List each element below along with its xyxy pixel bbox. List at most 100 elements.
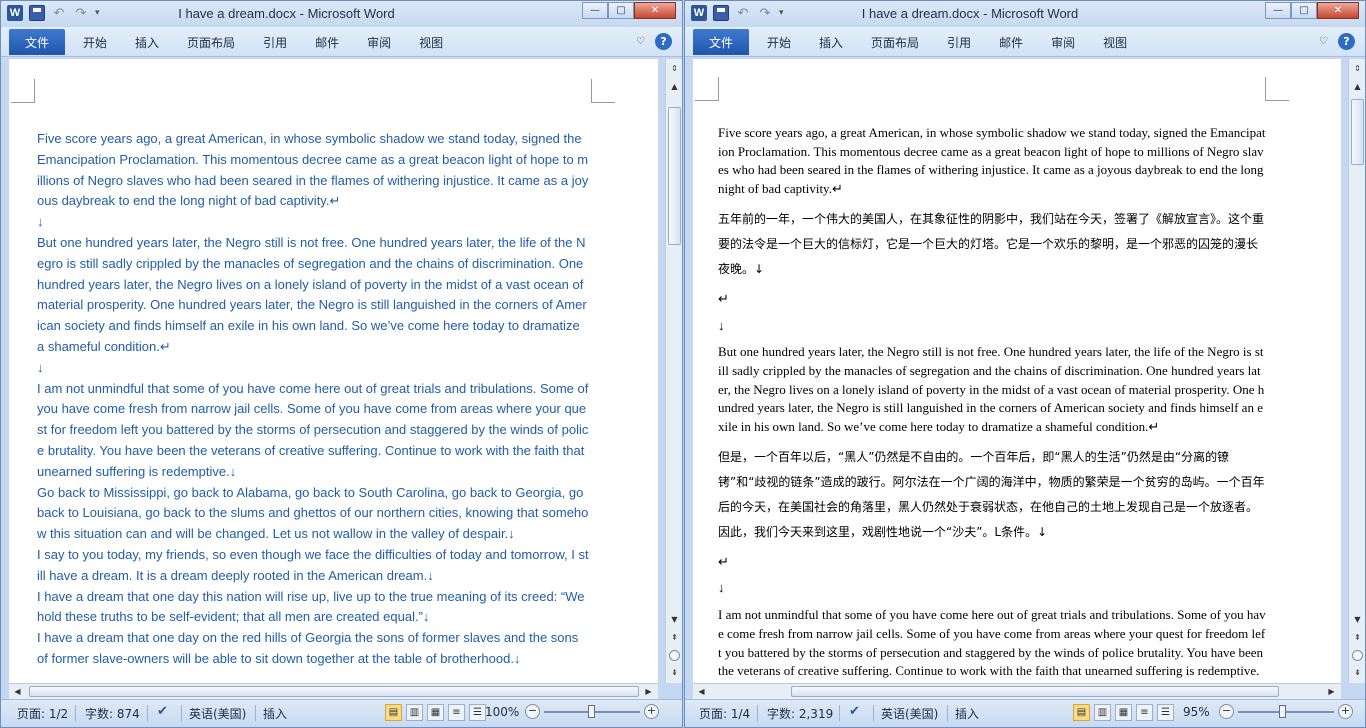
proofing-icon[interactable]: ✔	[157, 704, 175, 720]
view-outline-icon[interactable]: ≡	[448, 704, 465, 721]
tab-view[interactable]: 视图	[1089, 29, 1141, 55]
zoom-in-icon[interactable]: +	[644, 704, 659, 719]
vertical-scrollbar[interactable]: ⇕ ▲ ▼ ⇞ ⇟	[1348, 59, 1365, 683]
tab-page-layout[interactable]: 页面布局	[857, 29, 933, 55]
status-divider	[181, 705, 182, 721]
horizontal-scroll-thumb[interactable]	[791, 686, 1279, 697]
tab-home[interactable]: 开始	[753, 29, 805, 55]
tab-mailings[interactable]: 邮件	[985, 29, 1037, 55]
status-insert-mode[interactable]: 插入	[263, 705, 287, 722]
window-controls: — □ ✕	[582, 2, 676, 19]
close-button[interactable]: ✕	[634, 2, 676, 19]
browse-object-icon[interactable]	[669, 650, 680, 661]
status-divider	[147, 705, 148, 721]
status-language[interactable]: 英语(美国)	[881, 705, 938, 722]
status-page[interactable]: 页面: 1/2	[17, 705, 68, 722]
status-insert-mode[interactable]: 插入	[955, 705, 979, 722]
zoom-slider-thumb[interactable]	[588, 704, 595, 718]
view-web-layout-icon[interactable]: ▦	[427, 704, 444, 721]
view-draft-icon[interactable]: ☰	[1157, 704, 1174, 721]
tab-insert[interactable]: 插入	[121, 29, 173, 55]
ribbon-collapse-icon[interactable]: ♡	[1319, 36, 1328, 47]
status-words[interactable]: 字数: 874	[85, 705, 140, 722]
scroll-up-button[interactable]: ▲	[667, 79, 682, 94]
tab-file[interactable]: 文件	[693, 29, 750, 55]
prev-page-icon[interactable]: ⇞	[667, 630, 682, 645]
ribbon-collapse-icon[interactable]: ♡	[636, 36, 645, 47]
scroll-down-button[interactable]: ▼	[667, 612, 682, 627]
paragraph-chinese: 五年前的一年，一个伟大的美国人，在其象征性的阴影中，我们站在今天，签署了《解放宣…	[718, 211, 1265, 276]
view-full-screen-icon[interactable]: ▥	[1094, 704, 1111, 721]
scroll-down-button[interactable]: ▼	[1350, 612, 1365, 627]
minimize-button[interactable]: —	[582, 2, 608, 19]
horizontal-scroll-thumb[interactable]	[29, 686, 639, 697]
status-words[interactable]: 字数: 2,319	[767, 705, 833, 722]
split-icon[interactable]: ⇕	[667, 61, 682, 76]
word-window-right: W ↶ ↷ ▾ I have a dream.docx - Microsoft …	[684, 0, 1366, 728]
zoom-slider[interactable]	[544, 704, 640, 718]
view-full-screen-icon[interactable]: ▥	[406, 704, 423, 721]
minimize-button[interactable]: —	[1265, 2, 1291, 19]
scroll-left-button[interactable]: ◀	[10, 684, 25, 699]
zoom-slider[interactable]	[1238, 704, 1334, 718]
vertical-scrollbar[interactable]: ⇕ ▲ ▼ ⇞ ⇟	[665, 59, 682, 683]
tab-file[interactable]: 文件	[9, 29, 66, 55]
horizontal-scrollbar[interactable]: ◀ ▶	[9, 683, 658, 699]
split-icon[interactable]: ⇕	[1350, 61, 1365, 76]
view-print-layout-icon[interactable]: ▤	[1073, 704, 1090, 721]
zoom-in-icon[interactable]: +	[1338, 704, 1353, 719]
help-icon[interactable]: ?	[655, 33, 672, 50]
view-print-layout-icon[interactable]: ▤	[385, 704, 402, 721]
zoom-out-icon[interactable]: −	[525, 704, 540, 719]
tab-review[interactable]: 审阅	[353, 29, 405, 55]
zoom-level[interactable]: 100%	[485, 705, 519, 719]
view-web-layout-icon[interactable]: ▦	[1115, 704, 1132, 721]
view-draft-icon[interactable]: ☰	[469, 704, 486, 721]
view-outline-icon[interactable]: ≡	[1136, 704, 1153, 721]
document-text[interactable]: Five score years ago, a great American, …	[718, 124, 1266, 683]
vertical-scroll-thumb[interactable]	[1351, 99, 1364, 165]
status-language[interactable]: 英语(美国)	[189, 705, 246, 722]
document-page[interactable]: Five score years ago, a great American, …	[9, 59, 658, 683]
title-bar[interactable]: W ↶ ↷ ▾ I have a dream.docx - Microsoft …	[1, 1, 682, 27]
tab-mailings[interactable]: 邮件	[301, 29, 353, 55]
prev-page-icon[interactable]: ⇞	[1350, 630, 1365, 645]
paragraph-mark: ↓	[718, 317, 725, 333]
tab-home[interactable]: 开始	[69, 29, 121, 55]
document-text[interactable]: Five score years ago, a great American, …	[37, 129, 589, 670]
vertical-scroll-thumb[interactable]	[668, 107, 681, 245]
tab-view[interactable]: 视图	[405, 29, 457, 55]
paragraph: I have a dream that one day this nation …	[37, 588, 585, 625]
tab-review[interactable]: 审阅	[1037, 29, 1089, 55]
zoom-out-icon[interactable]: −	[1219, 704, 1234, 719]
document-area: Five score years ago, a great American, …	[9, 59, 658, 683]
tab-page-layout[interactable]: 页面布局	[173, 29, 249, 55]
paragraph-chinese: 但是，一个百年以后，“黑人”仍然是不自由的。一个百年后，即“黑人的生活”仍然是由…	[718, 449, 1265, 539]
maximize-button[interactable]: □	[608, 2, 634, 19]
proofing-icon[interactable]: ✔	[849, 704, 867, 720]
horizontal-scrollbar[interactable]: ◀ ▶	[693, 683, 1341, 699]
paragraph-mark: ↓	[718, 580, 725, 596]
tab-insert[interactable]: 插入	[805, 29, 857, 55]
scroll-left-button[interactable]: ◀	[694, 684, 709, 699]
document-page[interactable]: Five score years ago, a great American, …	[693, 59, 1341, 683]
view-buttons: ▤ ▥ ▦ ≡ ☰	[385, 704, 486, 721]
help-icon[interactable]: ?	[1338, 33, 1355, 50]
scroll-right-button[interactable]: ▶	[641, 684, 656, 699]
maximize-button[interactable]: □	[1291, 2, 1317, 19]
scroll-up-button[interactable]: ▲	[1350, 79, 1365, 94]
title-bar[interactable]: W ↶ ↷ ▾ I have a dream.docx - Microsoft …	[685, 1, 1365, 27]
paragraph: Go back to Mississippi, go back to Alaba…	[37, 484, 589, 542]
tab-references[interactable]: 引用	[249, 29, 301, 55]
status-page[interactable]: 页面: 1/4	[699, 705, 750, 722]
browse-object-icon[interactable]	[1352, 650, 1363, 661]
tab-references[interactable]: 引用	[933, 29, 985, 55]
zoom-level[interactable]: 95%	[1183, 705, 1210, 719]
next-page-icon[interactable]: ⇟	[1350, 665, 1365, 680]
document-area: Five score years ago, a great American, …	[693, 59, 1341, 683]
scroll-right-button[interactable]: ▶	[1324, 684, 1339, 699]
window-title: I have a dream.docx - Microsoft Word	[178, 6, 395, 21]
next-page-icon[interactable]: ⇟	[667, 665, 682, 680]
zoom-slider-thumb[interactable]	[1279, 704, 1287, 718]
close-button[interactable]: ✕	[1317, 2, 1359, 19]
